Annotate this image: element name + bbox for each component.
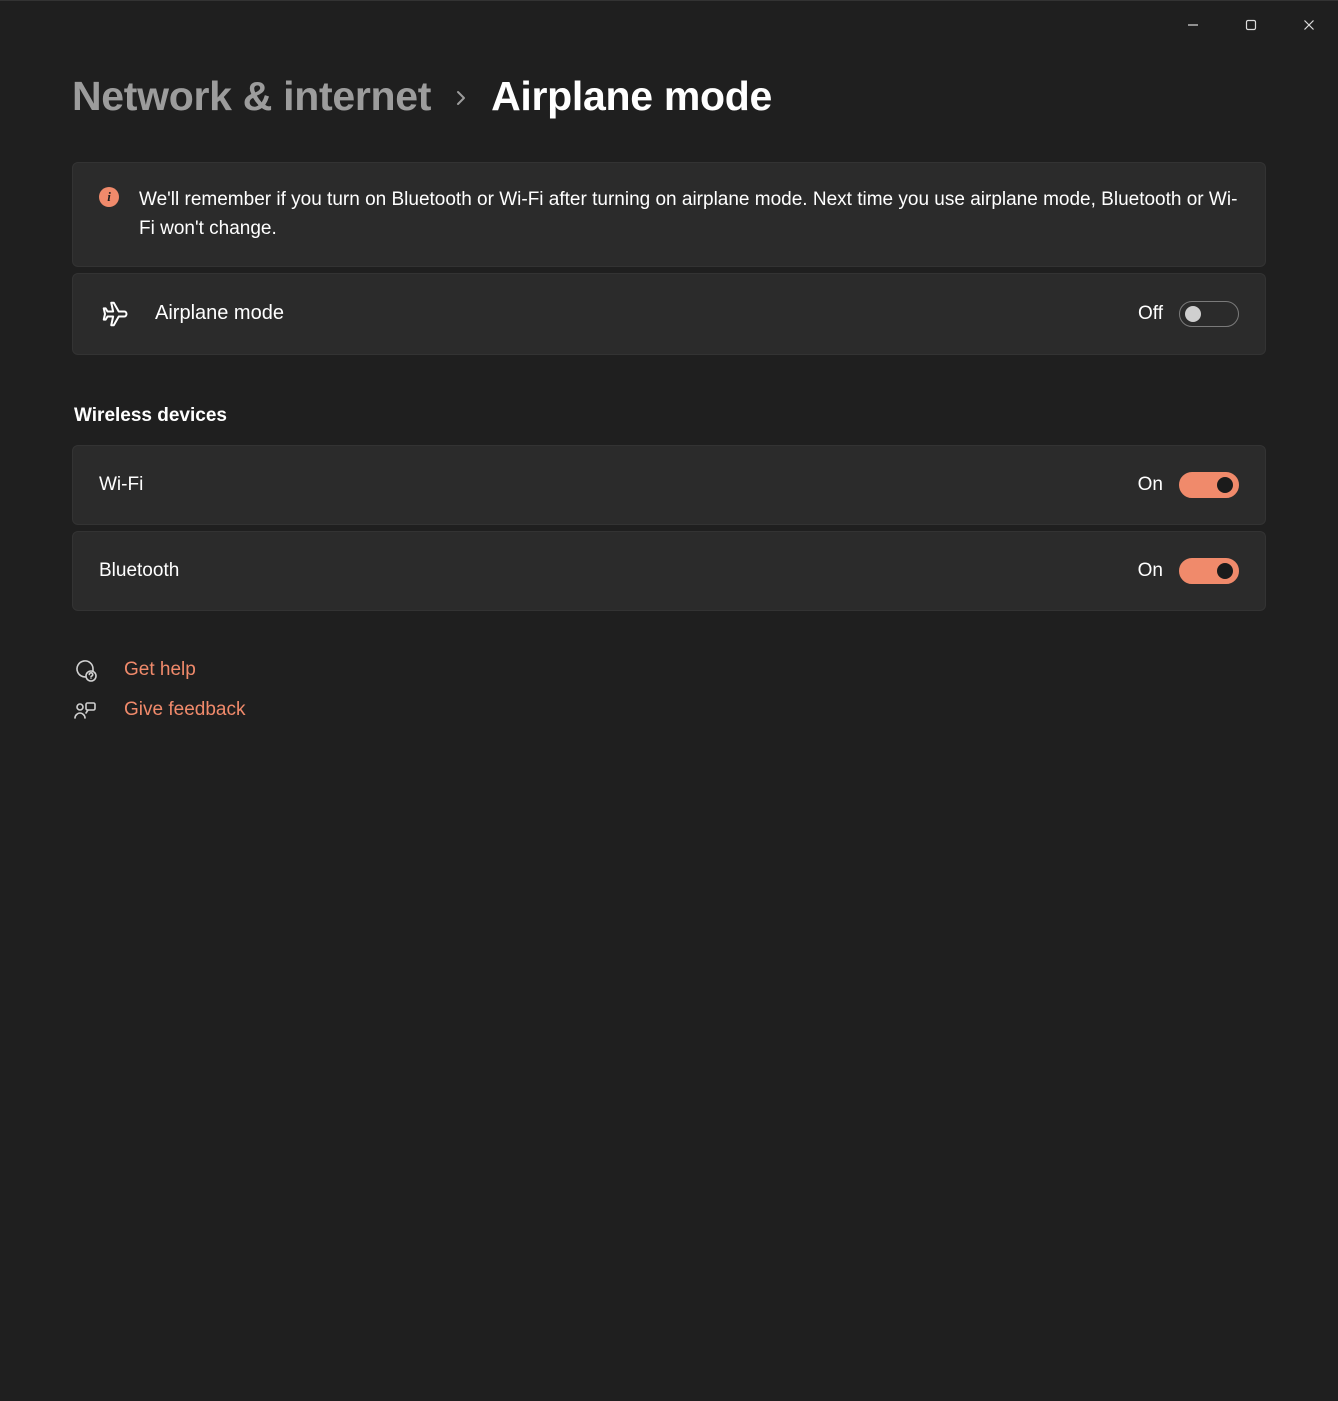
breadcrumb-parent[interactable]: Network & internet — [72, 73, 431, 120]
close-button[interactable] — [1280, 6, 1338, 44]
give-feedback-label: Give feedback — [124, 699, 245, 721]
settings-window: Network & internet Airplane mode i We'll… — [0, 0, 1338, 1401]
wifi-row: Wi-Fi On — [72, 445, 1266, 525]
wifi-state: On — [1138, 474, 1163, 496]
bluetooth-label: Bluetooth — [99, 560, 1114, 582]
airplane-mode-toggle-group: Off — [1138, 301, 1239, 327]
info-text: We'll remember if you turn on Bluetooth … — [139, 185, 1239, 244]
maximize-button[interactable] — [1222, 6, 1280, 44]
info-banner: i We'll remember if you turn on Bluetoot… — [72, 162, 1266, 267]
airplane-mode-state: Off — [1138, 303, 1163, 325]
minimize-button[interactable] — [1164, 6, 1222, 44]
toggle-knob — [1185, 306, 1201, 322]
wifi-toggle-group: On — [1138, 472, 1239, 498]
window-titlebar — [1164, 1, 1338, 49]
close-icon — [1303, 19, 1315, 31]
minimize-icon — [1187, 19, 1199, 31]
chevron-right-icon — [453, 85, 469, 113]
help-icon — [72, 657, 98, 683]
toggle-knob — [1217, 563, 1233, 579]
airplane-mode-row: Airplane mode Off — [72, 273, 1266, 355]
toggle-knob — [1217, 477, 1233, 493]
give-feedback-link[interactable]: Give feedback — [72, 697, 1266, 723]
get-help-label: Get help — [124, 659, 196, 681]
wifi-toggle[interactable] — [1179, 472, 1239, 498]
maximize-icon — [1245, 19, 1257, 31]
wifi-label: Wi-Fi — [99, 474, 1114, 496]
bluetooth-state: On — [1138, 560, 1163, 582]
page-title: Airplane mode — [491, 73, 772, 120]
airplane-mode-label: Airplane mode — [155, 302, 1114, 325]
breadcrumb: Network & internet Airplane mode — [72, 73, 1266, 120]
bluetooth-row: Bluetooth On — [72, 531, 1266, 611]
info-icon: i — [99, 187, 119, 207]
airplane-icon — [99, 298, 131, 330]
page-content: Network & internet Airplane mode i We'll… — [0, 1, 1338, 723]
feedback-icon — [72, 697, 98, 723]
footer-links: Get help Give feedback — [72, 657, 1266, 723]
airplane-mode-toggle[interactable] — [1179, 301, 1239, 327]
get-help-link[interactable]: Get help — [72, 657, 1266, 683]
bluetooth-toggle[interactable] — [1179, 558, 1239, 584]
wireless-section-title: Wireless devices — [74, 405, 1266, 427]
bluetooth-toggle-group: On — [1138, 558, 1239, 584]
